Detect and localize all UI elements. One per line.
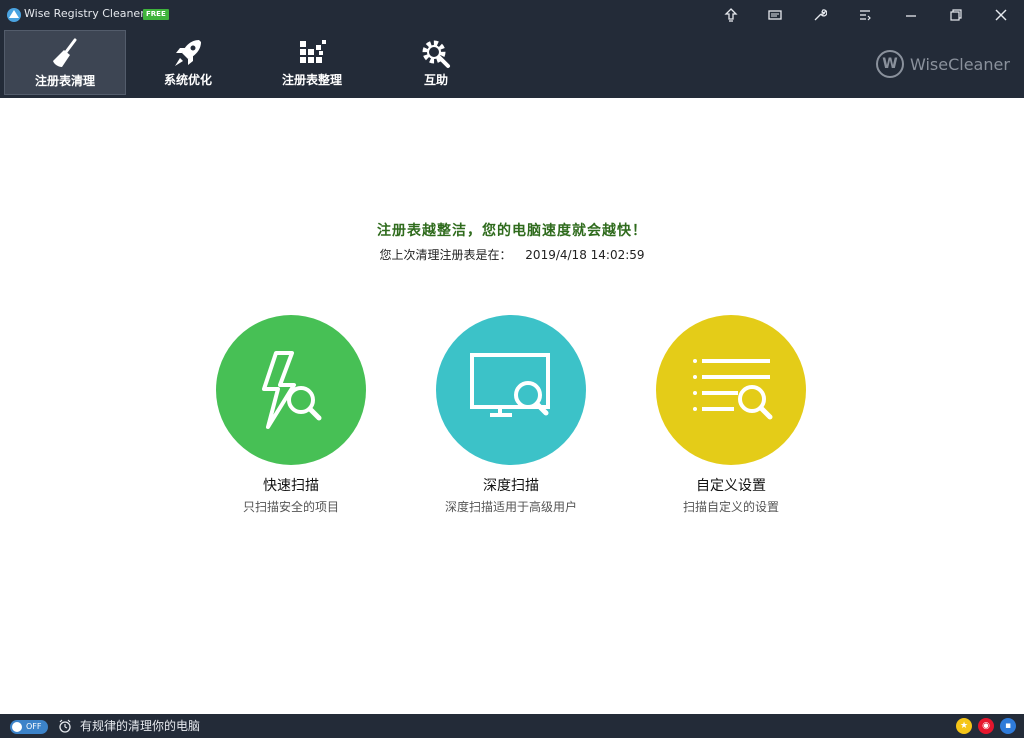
- toggle-knob: [12, 722, 22, 732]
- quick-scan[interactable]: 快速扫描 只扫描安全的项目: [181, 315, 401, 515]
- upgrade-button[interactable]: [714, 0, 748, 30]
- restore-icon: [950, 9, 962, 21]
- app-logo-icon: [7, 8, 21, 22]
- schedule-text[interactable]: 有规律的清理你的电脑: [80, 719, 200, 734]
- custom-scan-title: 自定义设置: [696, 478, 766, 494]
- wisecleaner-logo-icon: W: [876, 50, 904, 78]
- deep-scan-button[interactable]: [436, 315, 586, 465]
- last-clean-label: 您上次清理注册表是在：: [379, 248, 512, 262]
- deep-scan-title: 深度扫描: [483, 478, 539, 494]
- tab-label: 系统优化: [163, 73, 212, 87]
- tieba-icon[interactable]: ▪: [1000, 718, 1016, 734]
- deep-scan-desc: 深度扫描适用于高级用户: [444, 500, 577, 514]
- monitor-search-icon: [470, 353, 550, 417]
- minimize-icon: [906, 15, 916, 17]
- close-button[interactable]: [984, 0, 1018, 30]
- window-title: Wise Registry Cleaner 9: [24, 7, 156, 20]
- schedule-toggle[interactable]: OFF: [10, 720, 48, 734]
- lightning-search-icon: [262, 351, 322, 429]
- main-toolbar: 注册表清理 系统优化 注册表整理 互助 W WiseCleaner: [0, 30, 1024, 98]
- like-icon[interactable]: ★: [956, 718, 972, 734]
- wisecleaner-brand[interactable]: W WiseCleaner: [876, 49, 1010, 79]
- tab-mutual-help[interactable]: 互助: [376, 30, 496, 94]
- tab-registry-defrag[interactable]: 注册表整理: [252, 30, 372, 94]
- tab-label: 注册表清理: [34, 74, 95, 88]
- last-clean-info: 您上次清理注册表是在： 2019/4/18 14:02:59: [0, 246, 1024, 263]
- custom-scan-desc: 扫描自定义的设置: [682, 500, 779, 514]
- restore-button[interactable]: [939, 0, 973, 30]
- tab-label: 互助: [423, 73, 448, 87]
- tab-label: 注册表整理: [281, 73, 342, 87]
- quick-scan-button[interactable]: [216, 315, 366, 465]
- status-bar: OFF 有规律的清理你的电脑 ★ ◉ ▪: [0, 714, 1024, 738]
- tab-registry-cleaner[interactable]: 注册表清理: [4, 30, 126, 95]
- last-clean-time: 2019/4/18 14:02:59: [525, 248, 645, 262]
- tools-button[interactable]: [803, 0, 837, 30]
- tools-icon: [814, 9, 827, 21]
- quick-scan-title: 快速扫描: [263, 478, 319, 494]
- menu-button[interactable]: [848, 0, 882, 30]
- toggle-text: OFF: [26, 722, 42, 731]
- deep-scan[interactable]: 深度扫描 深度扫描适用于高级用户: [401, 315, 621, 515]
- alarm-clock-icon: [59, 719, 71, 733]
- brand-name: WiseCleaner: [910, 54, 1010, 74]
- minimize-button[interactable]: [894, 0, 928, 30]
- upgrade-icon: [724, 8, 738, 22]
- close-icon: [995, 9, 1007, 21]
- list-search-icon: [693, 359, 773, 420]
- rocket-icon: [175, 40, 201, 66]
- weibo-icon[interactable]: ◉: [978, 718, 994, 734]
- broom-icon: [53, 38, 77, 67]
- tab-system-tuneup[interactable]: 系统优化: [128, 30, 248, 94]
- quick-scan-desc: 只扫描安全的项目: [242, 500, 339, 514]
- title-bar: Wise Registry Cleaner 9 FREE: [0, 0, 1024, 30]
- feedback-icon: [768, 10, 782, 20]
- feedback-button[interactable]: [758, 0, 792, 30]
- menu-icon: [860, 10, 871, 21]
- headline: 注册表越整洁，您的电脑速度就会越快！: [377, 223, 647, 239]
- defrag-icon: [300, 40, 326, 63]
- free-badge: FREE: [143, 9, 169, 20]
- custom-scan[interactable]: 自定义设置 扫描自定义的设置: [621, 315, 841, 515]
- gear-wrench-icon: [422, 40, 450, 68]
- custom-scan-button[interactable]: [656, 315, 806, 465]
